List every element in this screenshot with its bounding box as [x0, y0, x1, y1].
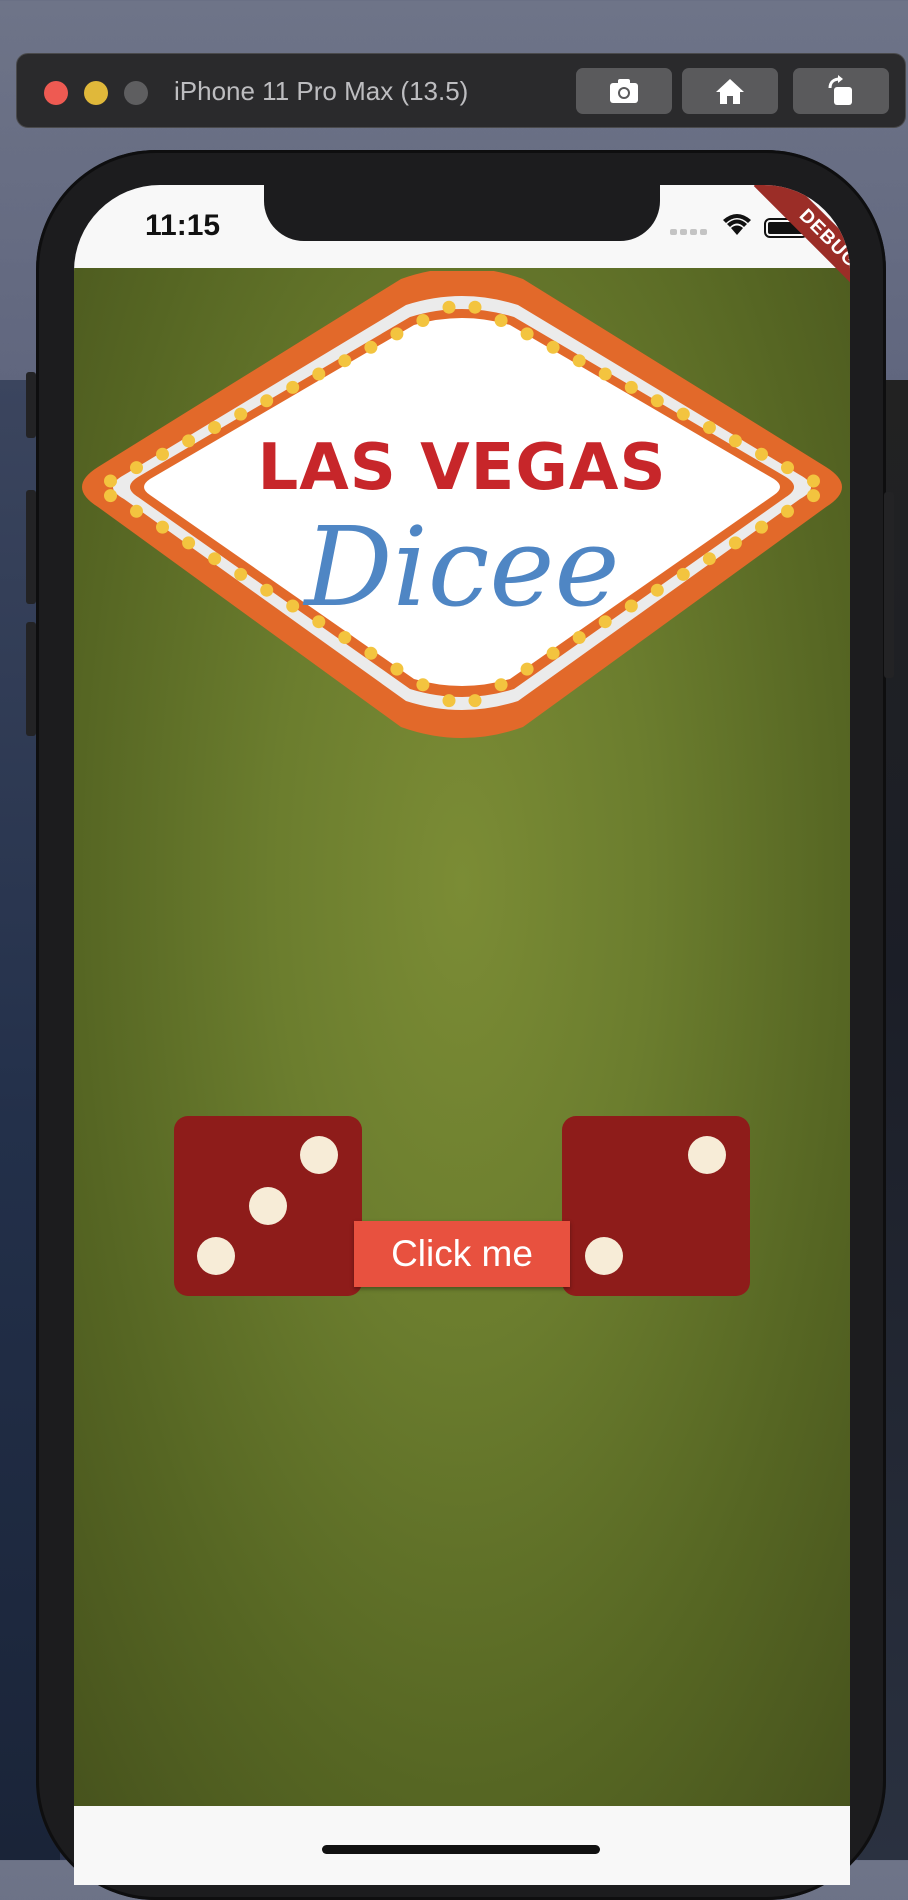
marquee-bulb	[624, 380, 638, 394]
simulator-title: iPhone 11 Pro Max (13.5)	[174, 76, 469, 106]
marquee-bulb	[416, 314, 430, 327]
minimize-window-button[interactable]	[84, 81, 108, 105]
marquee-bulb	[442, 300, 456, 314]
logo-title: LAS VEGAS	[257, 431, 667, 505]
marquee-bulb	[520, 662, 534, 676]
pip	[197, 1237, 235, 1275]
marquee-bulb	[598, 367, 612, 381]
marquee-bulb	[546, 646, 560, 660]
marquee-bulb	[260, 394, 274, 408]
status-time: 11:15	[145, 209, 221, 242]
marquee-bulb	[416, 678, 430, 692]
marquee-bulb	[234, 407, 248, 421]
marquee-bulb	[364, 340, 378, 354]
phone-screen: 11:15 LAS VEGAS Dicee Click me DEBUG	[74, 185, 850, 1885]
marquee-bulb	[520, 327, 534, 341]
wifi-icon	[723, 214, 751, 235]
rotate-button[interactable]	[793, 68, 889, 114]
marquee-bulb	[338, 354, 352, 368]
marquee-bulb	[650, 394, 664, 408]
zoom-window-button[interactable]	[124, 81, 148, 105]
rotate-icon	[828, 75, 852, 105]
mute-switch	[26, 372, 36, 438]
marquee-bulb	[572, 354, 586, 368]
logo-script: Dicee	[304, 503, 620, 631]
simulator-toolbar: iPhone 11 Pro Max (13.5)	[16, 53, 906, 128]
marquee-bulb	[286, 380, 300, 394]
left-die[interactable]	[174, 1116, 362, 1296]
close-window-button[interactable]	[44, 81, 68, 105]
volume-up-button	[26, 490, 36, 604]
marquee-bulb	[546, 340, 560, 354]
marquee-bulb	[494, 678, 508, 692]
screenshot-button[interactable]	[576, 68, 672, 114]
notch	[264, 185, 660, 241]
marquee-bulb	[468, 300, 482, 314]
marquee-bulb	[676, 407, 690, 421]
right-die[interactable]	[562, 1116, 750, 1296]
home-indicator[interactable]	[322, 1845, 600, 1854]
marquee-bulb	[572, 631, 586, 644]
marquee-bulb	[468, 694, 482, 708]
side-power-button	[884, 492, 894, 678]
pip	[585, 1237, 623, 1275]
marquee-bulb	[390, 662, 404, 676]
marquee-bulb	[390, 327, 404, 341]
marquee-bulb	[494, 314, 508, 327]
marquee-bulb	[364, 646, 378, 660]
pip	[688, 1136, 726, 1174]
marquee-bulb	[338, 631, 352, 644]
camera-icon	[610, 79, 638, 103]
home-icon	[716, 79, 744, 104]
cellular-signal-icon	[670, 229, 708, 235]
roll-dice-button[interactable]: Click me	[354, 1221, 570, 1287]
pip	[300, 1136, 338, 1174]
marquee-bulb	[312, 367, 326, 381]
pip	[249, 1187, 287, 1225]
las-vegas-logo: LAS VEGAS Dicee	[74, 271, 850, 771]
home-button[interactable]	[682, 68, 778, 114]
volume-down-button	[26, 622, 36, 736]
marquee-bulb	[442, 694, 456, 708]
